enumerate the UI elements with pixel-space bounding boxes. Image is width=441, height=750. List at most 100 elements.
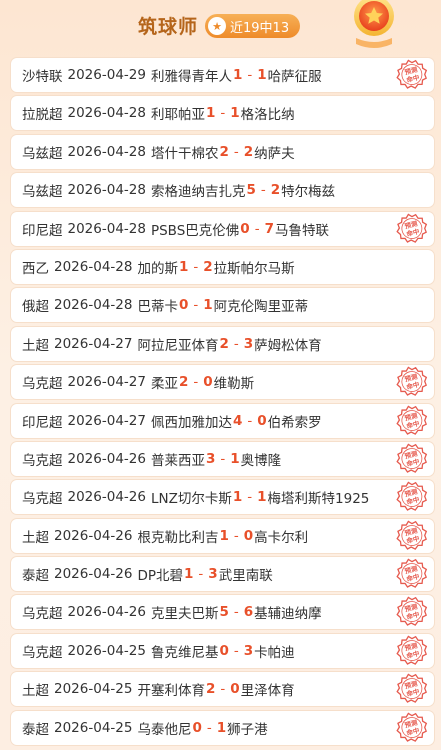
match-league: 沙特联 <box>22 69 63 85</box>
match-date: 2026-04-27 <box>54 335 133 352</box>
match-away-team: 奥博隆 <box>240 452 282 469</box>
match-away-team: 狮子港 <box>227 721 268 738</box>
match-row[interactable]: 乌克超 2026-04-25 鲁克维尼基 0-3 卡帕迪 预测 命中 <box>11 633 434 668</box>
match-league: 泰超 <box>22 568 49 585</box>
prediction-hit-stamp-icon: 预测命中 <box>396 443 428 473</box>
match-date: 2026-04-28 <box>54 258 133 275</box>
match-away-team: 高卡尔利 <box>254 529 309 546</box>
match-date: 2026-04-25 <box>54 719 133 736</box>
match-away-score: 0 <box>257 412 267 429</box>
prediction-hit-stamp-icon: 预测命中 <box>396 597 428 627</box>
page-title: 筑球师 <box>138 16 199 38</box>
prediction-hit-stamp-icon: 预测命中 <box>396 673 428 704</box>
match-row[interactable]: 乌克超 2026-04-27 柔亚 2-0 维勒斯 预测 命中 <box>11 365 434 400</box>
match-home-score: 3 <box>205 450 216 467</box>
match-row[interactable]: 乌克超 2026-04-26 普莱西亚 3-1 奥博隆 预测 命中 <box>11 441 434 476</box>
match-league: 乌克超 <box>22 452 63 469</box>
match-row[interactable]: 土超 2026-04-27 阿拉尼亚体育 2-3 萨姆松体育 <box>11 326 434 361</box>
prediction-hit-stamp-icon: 预测命中 <box>396 59 428 89</box>
match-home-score: 1 <box>232 489 243 506</box>
match-home-score: 0 <box>240 220 250 237</box>
match-date: 2026-04-26 <box>67 450 146 467</box>
match-away-score: 1 <box>203 297 213 314</box>
score-separator: - <box>247 412 253 429</box>
match-away-team: 马鲁特联 <box>274 222 329 239</box>
score-separator: - <box>260 182 266 199</box>
score-separator: - <box>220 105 226 122</box>
match-date: 2026-04-26 <box>67 489 146 506</box>
match-row[interactable]: 乌克超 2026-04-26 克里夫巴斯 5-6 基辅迪纳摩 预测 命中 <box>11 595 434 630</box>
match-date: 2026-04-29 <box>67 67 146 83</box>
match-away-score: 0 <box>243 527 254 544</box>
match-league: 印尼超 <box>22 222 63 239</box>
record-badge: ★ 近19中13 <box>205 14 300 38</box>
match-row[interactable]: 西乙 2026-04-28 加的斯 1-2 拉斯帕尔马斯 <box>11 249 434 284</box>
prediction-hit-stamp-icon: 预测命中 <box>396 558 428 589</box>
match-away-score: 3 <box>243 335 254 352</box>
match-home-score: 0 <box>219 642 229 659</box>
match-home-score: 2 <box>205 681 216 698</box>
match-league: 西乙 <box>22 260 49 277</box>
score-separator: - <box>233 335 239 352</box>
match-home-score: 1 <box>219 527 229 544</box>
match-home-team: LNZ切尔卡斯 <box>150 491 232 508</box>
match-date: 2026-04-28 <box>67 182 146 199</box>
medal-icon <box>354 0 394 48</box>
match-away-team: 萨姆松体育 <box>254 337 322 354</box>
match-away-score: 2 <box>203 258 213 275</box>
match-row[interactable]: 印尼超 2026-04-28 PSBS巴克伦佛 0-7 马鲁特联 预测 命中 <box>11 211 434 246</box>
match-home-score: 5 <box>246 182 256 199</box>
match-home-score: 2 <box>219 143 229 160</box>
match-home-team: 普莱西亚 <box>150 452 205 469</box>
match-away-score: 1 <box>257 489 267 506</box>
match-away-score: 1 <box>216 719 227 736</box>
score-separator: - <box>247 67 253 83</box>
score-separator: - <box>220 681 226 698</box>
match-away-team: 卡帕迪 <box>254 644 295 661</box>
match-row[interactable]: 乌克超 2026-04-26 LNZ切尔卡斯 1-1 梅塔利斯特1925 预测 命中 <box>11 480 434 515</box>
match-home-score: 1 <box>178 258 189 275</box>
match-away-team: 梅塔利斯特1925 <box>267 491 370 508</box>
score-separator: - <box>233 527 239 544</box>
match-date: 2026-04-25 <box>67 642 146 659</box>
match-row[interactable]: 土超 2026-04-25 开塞利体育 2-0 里泽体育 预测 命中 <box>11 672 434 707</box>
prediction-hit-stamp-icon: 预测命中 <box>396 481 428 512</box>
match-away-score: 7 <box>264 220 274 237</box>
match-away-team: 特尔梅兹 <box>281 184 336 201</box>
match-league: 乌兹超 <box>22 145 63 162</box>
match-away-score: 2 <box>270 182 281 199</box>
match-row[interactable]: 泰超 2026-04-26 DP北碧 1-3 武里南联 预测 命中 <box>11 557 434 592</box>
match-row[interactable]: 拉脱超 2026-04-28 利耶帕亚 1-1 格洛比纳 <box>11 96 434 131</box>
match-home-score: 1 <box>232 67 243 83</box>
match-row[interactable]: 泰超 2026-04-25 乌泰他尼 0-1 狮子港 预测 命中 <box>11 710 434 745</box>
match-home-team: 柔亚 <box>150 376 178 393</box>
match-date: 2026-04-28 <box>67 143 146 160</box>
match-away-team: 拉斯帕尔马斯 <box>213 260 295 277</box>
match-home-team: 开塞利体育 <box>137 683 205 700</box>
match-home-score: 0 <box>192 719 202 736</box>
match-row[interactable]: 俄超 2026-04-28 巴蒂卡 0-1 阿克伦陶里亚蒂 <box>11 288 434 323</box>
match-home-team: 利雅得青年人 <box>150 69 232 85</box>
match-row[interactable]: 印尼超 2026-04-27 佩西加雅加达 4-0 伯希索罗 预测 命中 <box>11 403 434 438</box>
match-home-score: 1 <box>184 566 194 583</box>
match-league: 土超 <box>22 529 49 546</box>
match-date: 2026-04-25 <box>54 681 133 698</box>
match-home-team: DP北碧 <box>137 568 184 585</box>
score-separator: - <box>233 143 239 160</box>
match-away-team: 里泽体育 <box>240 683 295 700</box>
match-row[interactable]: 沙特联 2026-04-29 利雅得青年人 1-1 哈萨征服 预测 命中 <box>11 58 434 92</box>
match-row[interactable]: 乌兹超 2026-04-28 索格迪纳吉扎克 5-2 特尔梅兹 <box>11 173 434 208</box>
score-separator: - <box>193 297 199 314</box>
match-away-score: 3 <box>243 642 254 659</box>
match-away-score: 3 <box>208 566 218 583</box>
match-league: 乌兹超 <box>22 184 63 201</box>
match-row[interactable]: 乌兹超 2026-04-28 塔什干棉农 2-2 纳萨夫 <box>11 134 434 169</box>
match-list: 沙特联 2026-04-29 利雅得青年人 1-1 哈萨征服 预测 命中 拉脱超 2026-04… <box>11 58 434 749</box>
match-away-team: 伯希索罗 <box>267 414 322 431</box>
match-row[interactable]: 土超 2026-04-26 根克勒比利吉 1-0 高卡尔利 预测 命中 <box>11 518 434 553</box>
match-away-score: 0 <box>203 374 213 391</box>
match-date: 2026-04-28 <box>67 220 146 237</box>
match-home-team: 鲁克维尼基 <box>150 644 219 661</box>
match-home-score: 5 <box>219 604 229 621</box>
match-away-score: 2 <box>243 143 254 160</box>
